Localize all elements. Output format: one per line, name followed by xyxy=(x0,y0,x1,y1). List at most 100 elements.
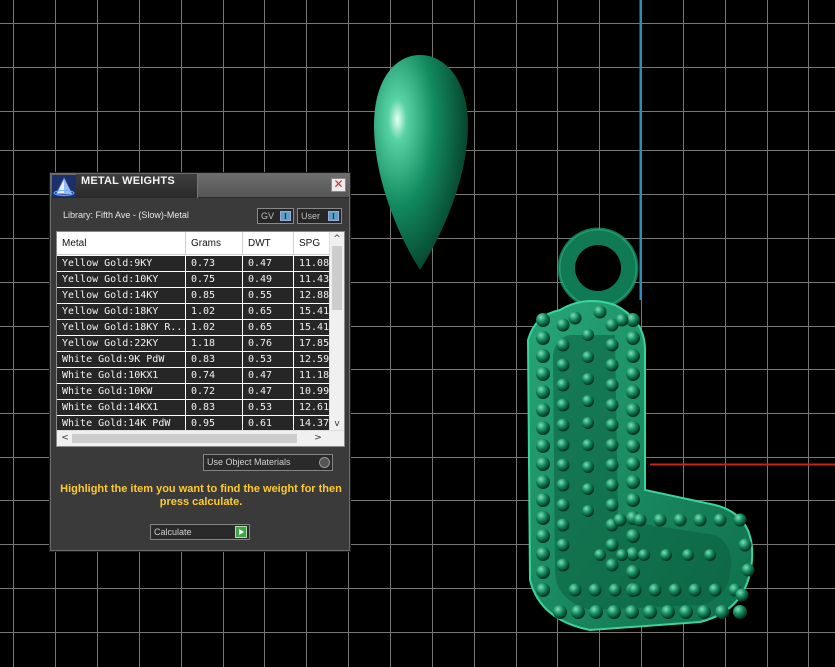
play-arrow-icon xyxy=(235,526,247,538)
bead xyxy=(688,583,702,597)
table-row[interactable]: Yellow Gold:22KY 1.18 0.76 17.85 xyxy=(57,336,334,352)
bead xyxy=(660,549,672,561)
bead xyxy=(536,475,550,489)
metal-weights-panel: METAL WEIGHTS ✕ Library: Fifth Ave - (Sl… xyxy=(50,173,350,551)
cell-dwt: 0.61 xyxy=(243,416,294,431)
cell-grams: 0.75 xyxy=(186,272,243,287)
vertical-scrollbar[interactable]: ^ v xyxy=(329,232,344,431)
bead xyxy=(556,418,570,432)
cell-metal: White Gold:14K PdW xyxy=(57,416,186,431)
bead xyxy=(568,583,582,597)
bead xyxy=(536,493,550,507)
bead xyxy=(536,529,550,543)
table-row[interactable]: Yellow Gold:10KY 0.75 0.49 11.43 xyxy=(57,272,334,288)
bead xyxy=(615,313,629,327)
bead xyxy=(653,513,667,527)
bead xyxy=(626,403,640,417)
bead xyxy=(633,513,647,527)
bead xyxy=(741,563,755,577)
cell-grams: 0.74 xyxy=(186,368,243,383)
bead xyxy=(626,349,640,363)
scroll-down-icon[interactable]: v xyxy=(332,419,342,429)
bead xyxy=(605,498,619,512)
bead xyxy=(625,605,639,619)
bead xyxy=(626,457,640,471)
bead xyxy=(589,605,603,619)
bead xyxy=(556,438,570,452)
table-row[interactable]: White Gold:14KX1 0.83 0.53 12.61 xyxy=(57,400,334,416)
bead xyxy=(626,439,640,453)
column-header-dwt[interactable]: DWT xyxy=(243,232,294,255)
bead xyxy=(697,605,711,619)
cell-grams: 1.18 xyxy=(186,336,243,351)
bead xyxy=(607,605,621,619)
cell-grams: 0.83 xyxy=(186,352,243,367)
bead xyxy=(582,329,594,341)
cell-metal: White Gold:10KW xyxy=(57,384,186,399)
bead xyxy=(556,338,570,352)
user-toggle[interactable]: User I xyxy=(297,208,342,224)
cell-dwt: 0.65 xyxy=(243,320,294,335)
table-row[interactable]: White Gold:10KX1 0.74 0.47 11.18 xyxy=(57,368,334,384)
bead xyxy=(582,505,594,517)
bead xyxy=(626,565,640,579)
teardrop-model[interactable] xyxy=(374,55,468,270)
gv-toggle[interactable]: GV I xyxy=(257,208,294,224)
table-row[interactable]: Yellow Gold:9KY 0.73 0.47 11.08 xyxy=(57,256,334,272)
cell-metal: Yellow Gold:9KY xyxy=(57,256,186,271)
table-row[interactable]: White Gold:9K PdW 0.83 0.53 12.59 xyxy=(57,352,334,368)
pyramid-logo-icon xyxy=(52,175,76,197)
cell-dwt: 0.47 xyxy=(243,368,294,383)
table-row[interactable]: Yellow Gold:18KY 1.02 0.65 15.41 xyxy=(57,304,334,320)
column-header-spg[interactable]: SPG xyxy=(294,232,334,255)
table-row[interactable]: White Gold:10KW 0.72 0.47 10.99 xyxy=(57,384,334,400)
bead xyxy=(638,549,650,561)
bead xyxy=(582,373,594,385)
cell-spg: 15.41 xyxy=(294,320,334,335)
bead xyxy=(536,313,550,327)
bead xyxy=(582,461,594,473)
bead xyxy=(713,513,727,527)
panel-title: METAL WEIGHTS xyxy=(81,175,175,187)
cell-metal: Yellow Gold:18KY xyxy=(57,304,186,319)
panel-titlebar[interactable]: METAL WEIGHTS ✕ xyxy=(51,174,349,198)
bead xyxy=(536,385,550,399)
vertical-scroll-thumb[interactable] xyxy=(332,246,342,310)
bead xyxy=(608,583,622,597)
cell-spg: 17.85 xyxy=(294,336,334,351)
bead xyxy=(593,305,607,319)
bead xyxy=(613,513,627,527)
horizontal-scrollbar[interactable]: < > xyxy=(57,430,344,446)
cell-dwt: 0.47 xyxy=(243,384,294,399)
cell-spg: 12.59 xyxy=(294,352,334,367)
bead xyxy=(605,478,619,492)
bead xyxy=(582,351,594,363)
cell-dwt: 0.65 xyxy=(243,304,294,319)
column-header-grams[interactable]: Grams xyxy=(186,232,243,255)
bead xyxy=(605,458,619,472)
bead xyxy=(536,349,550,363)
close-icon[interactable]: ✕ xyxy=(331,178,346,192)
gv-toggle-label: GV xyxy=(261,211,275,221)
gv-toggle-knob: I xyxy=(280,211,291,221)
horizontal-scroll-thumb[interactable] xyxy=(72,434,297,443)
calculate-button[interactable]: Calculate xyxy=(150,524,250,540)
use-object-materials-toggle[interactable]: Use Object Materials xyxy=(203,454,333,471)
bead xyxy=(536,583,550,597)
column-header-metal[interactable]: Metal xyxy=(57,232,186,255)
bead xyxy=(605,438,619,452)
cell-grams: 0.83 xyxy=(186,400,243,415)
scroll-up-icon[interactable]: ^ xyxy=(332,234,342,244)
scroll-right-icon[interactable]: > xyxy=(313,433,323,443)
bead xyxy=(556,538,570,552)
cell-dwt: 0.53 xyxy=(243,352,294,367)
cell-spg: 15.41 xyxy=(294,304,334,319)
cell-dwt: 0.53 xyxy=(243,400,294,415)
scroll-left-icon[interactable]: < xyxy=(60,433,70,443)
table-row[interactable]: Yellow Gold:14KY 0.85 0.55 12.88 xyxy=(57,288,334,304)
cell-metal: Yellow Gold:18KY R... xyxy=(57,320,186,335)
bead xyxy=(704,549,716,561)
bead xyxy=(582,395,594,407)
metal-table[interactable]: Metal Grams DWT SPG Yellow Gold:9KY 0.73 0… xyxy=(56,231,345,447)
table-row[interactable]: Yellow Gold:18KY R... 1.02 0.65 15.41 xyxy=(57,320,334,336)
